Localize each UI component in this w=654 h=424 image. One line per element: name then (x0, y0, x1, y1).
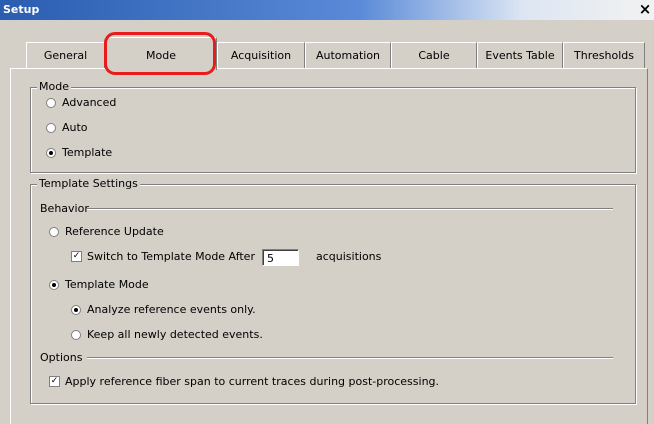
radio-keep-all-events-label[interactable]: Keep all newly detected events. (87, 328, 263, 341)
tab-thresholds[interactable]: Thresholds (563, 42, 645, 69)
behavior-label: Behavior (40, 202, 89, 215)
radio-keep-all-events[interactable] (71, 330, 81, 340)
radio-reference-update-label[interactable]: Reference Update (65, 225, 164, 238)
radio-advanced[interactable] (46, 98, 56, 108)
tab-label: Acquisition (230, 49, 292, 62)
template-settings-groupbox (30, 184, 636, 404)
tab-acquisition[interactable]: Acquisition (217, 42, 305, 69)
tab-label: Thresholds (574, 49, 634, 62)
checkbox-apply-span-label[interactable]: Apply reference fiber span to current tr… (65, 375, 439, 388)
tab-label: Cable (418, 49, 450, 62)
acquisitions-count-input[interactable]: 5 (262, 249, 299, 266)
radio-auto[interactable] (46, 123, 56, 133)
acquisitions-suffix-label: acquisitions (316, 250, 382, 263)
checkbox-switch-to-template-label[interactable]: Switch to Template Mode After (87, 250, 255, 263)
window-title: Setup (3, 3, 40, 16)
options-separator (87, 357, 613, 359)
tab-label: General (43, 49, 88, 62)
radio-template[interactable] (46, 148, 56, 158)
checkbox-apply-span[interactable]: ✓ (49, 376, 60, 387)
close-icon[interactable]: × (638, 1, 652, 17)
template-settings-legend: Template Settings (37, 177, 140, 190)
tab-events-table[interactable]: Events Table (477, 42, 563, 69)
tab-general[interactable]: General (26, 42, 105, 69)
radio-analyze-reference-only-label[interactable]: Analyze reference events only. (87, 303, 256, 316)
behavior-separator (87, 208, 613, 210)
checkbox-switch-to-template[interactable]: ✓ (71, 251, 82, 262)
tab-automation[interactable]: Automation (305, 42, 391, 69)
radio-template-mode[interactable] (49, 280, 59, 290)
mode-tab-highlight (104, 32, 216, 75)
radio-reference-update[interactable] (49, 227, 59, 237)
radio-template-mode-label[interactable]: Template Mode (65, 278, 149, 291)
mode-groupbox (30, 87, 636, 173)
radio-auto-label[interactable]: Auto (62, 121, 88, 134)
tab-cable[interactable]: Cable (391, 42, 477, 69)
tab-label: Events Table (485, 49, 555, 62)
options-label: Options (40, 351, 83, 364)
radio-analyze-reference-only[interactable] (71, 305, 81, 315)
title-bar: Setup × (0, 0, 654, 20)
tab-label: Automation (315, 49, 381, 62)
radio-template-label[interactable]: Template (62, 146, 112, 159)
mode-group-legend: Mode (37, 80, 71, 93)
radio-advanced-label[interactable]: Advanced (62, 96, 116, 109)
